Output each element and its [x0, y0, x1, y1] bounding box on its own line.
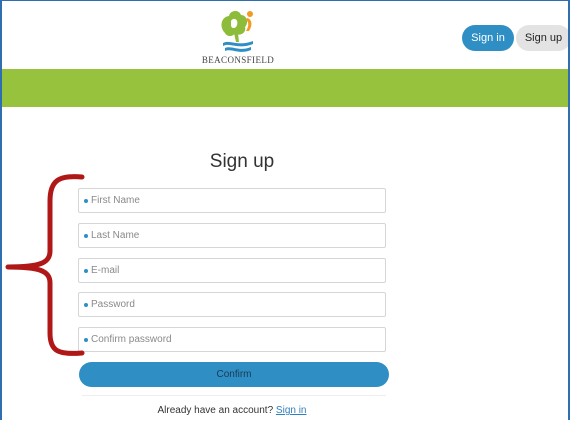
site-logo[interactable]: BEACONSFIELD: [198, 9, 278, 67]
page-title: Sign up: [209, 151, 275, 172]
confirm-password-field[interactable]: Confirm password: [78, 327, 386, 352]
green-banner: [2, 69, 568, 107]
beaconsfield-logo-icon: [221, 10, 253, 52]
site-header: BEACONSFIELD Sign in Sign up: [2, 1, 568, 69]
header-signin-button[interactable]: Sign in: [462, 25, 514, 51]
email-placeholder: E-mail: [91, 265, 120, 276]
password-field[interactable]: Password: [78, 292, 386, 317]
app-window: BEACONSFIELD Sign in Sign up Sign up Fir…: [0, 0, 570, 420]
divider: [82, 395, 386, 396]
annotation-brace-icon: [5, 174, 85, 356]
last-name-placeholder: Last Name: [91, 230, 140, 241]
email-field[interactable]: E-mail: [78, 258, 386, 283]
last-name-field[interactable]: Last Name: [78, 223, 386, 248]
header-signup-button[interactable]: Sign up: [516, 25, 568, 51]
confirm-button[interactable]: Confirm: [79, 362, 389, 387]
password-placeholder: Password: [91, 299, 135, 310]
first-name-placeholder: First Name: [91, 195, 140, 206]
first-name-field[interactable]: First Name: [78, 188, 386, 213]
logo-text: BEACONSFIELD: [201, 55, 275, 65]
already-text: Already have an account?: [157, 405, 274, 416]
already-have-account: Already have an account? Sign in: [102, 405, 362, 416]
signin-link[interactable]: Sign in: [276, 405, 307, 416]
confirm-password-placeholder: Confirm password: [91, 334, 172, 345]
